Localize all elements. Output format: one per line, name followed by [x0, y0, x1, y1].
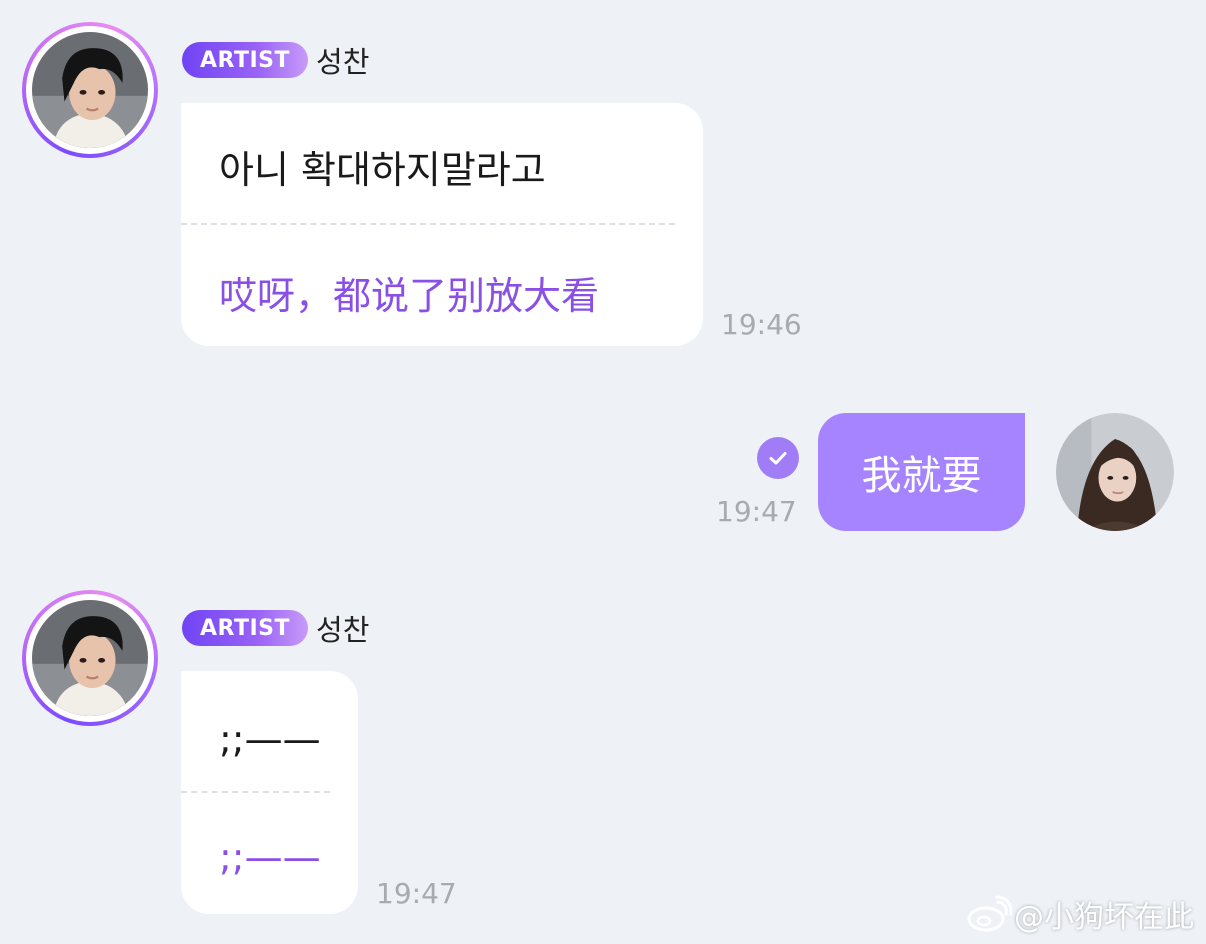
my-message-text: 我就要	[861, 453, 982, 499]
message-bubble[interactable]: 아니 확대하지말라고 哎呀，都说了别放大看	[181, 103, 703, 346]
sender-header: ARTIST 성찬	[182, 40, 369, 80]
translated-text: 哎呀，都说了别放大看	[219, 274, 600, 318]
my-avatar[interactable]	[1056, 413, 1174, 531]
message-time: 19:46	[721, 308, 802, 341]
sender-name: 성찬	[316, 613, 370, 647]
translation-divider	[181, 223, 675, 225]
translated-text: ;;——	[219, 835, 321, 879]
weibo-icon	[967, 895, 1012, 932]
artist-avatar[interactable]	[22, 22, 158, 158]
artist-avatar[interactable]	[22, 590, 158, 726]
artist-photo	[32, 600, 148, 716]
watermark-text: @小狗坏在此	[1014, 900, 1194, 935]
message-time: 19:47	[716, 495, 797, 528]
watermark: @小狗坏在此	[966, 892, 1194, 936]
artist-photo	[32, 32, 148, 148]
original-text: 아니 확대하지말라고	[219, 148, 546, 192]
sender-name: 성찬	[316, 45, 370, 79]
checkmark-circle-icon	[757, 437, 799, 479]
my-photo	[1056, 413, 1174, 531]
sender-header: ARTIST 성찬	[182, 608, 369, 648]
message-bubble[interactable]: ;;—— ;;——	[181, 671, 358, 914]
artist-badge: ARTIST	[182, 610, 309, 646]
translation-divider	[181, 791, 330, 793]
original-text: ;;——	[219, 717, 321, 761]
message-time: 19:47	[376, 877, 457, 910]
my-message-bubble[interactable]: 我就要	[818, 413, 1025, 531]
artist-badge: ARTIST	[182, 42, 309, 78]
